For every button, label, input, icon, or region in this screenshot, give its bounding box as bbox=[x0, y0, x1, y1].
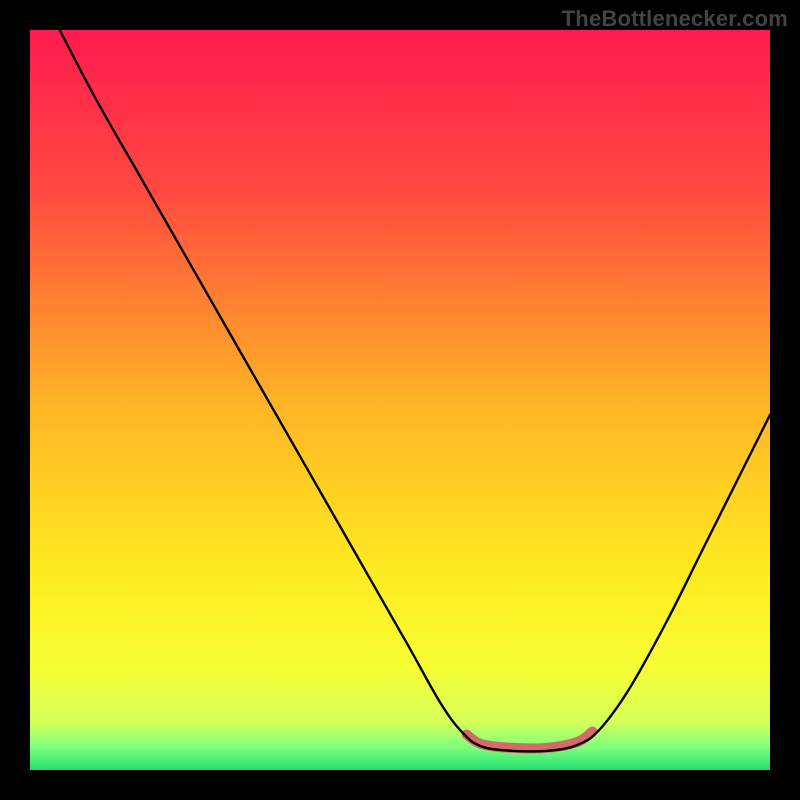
watermark-text: TheBottlenecker.com bbox=[562, 6, 788, 32]
bottleneck-chart bbox=[30, 30, 770, 770]
gradient-background bbox=[30, 30, 770, 770]
chart-frame: TheBottlenecker.com bbox=[0, 0, 800, 800]
plot-area bbox=[30, 30, 770, 770]
